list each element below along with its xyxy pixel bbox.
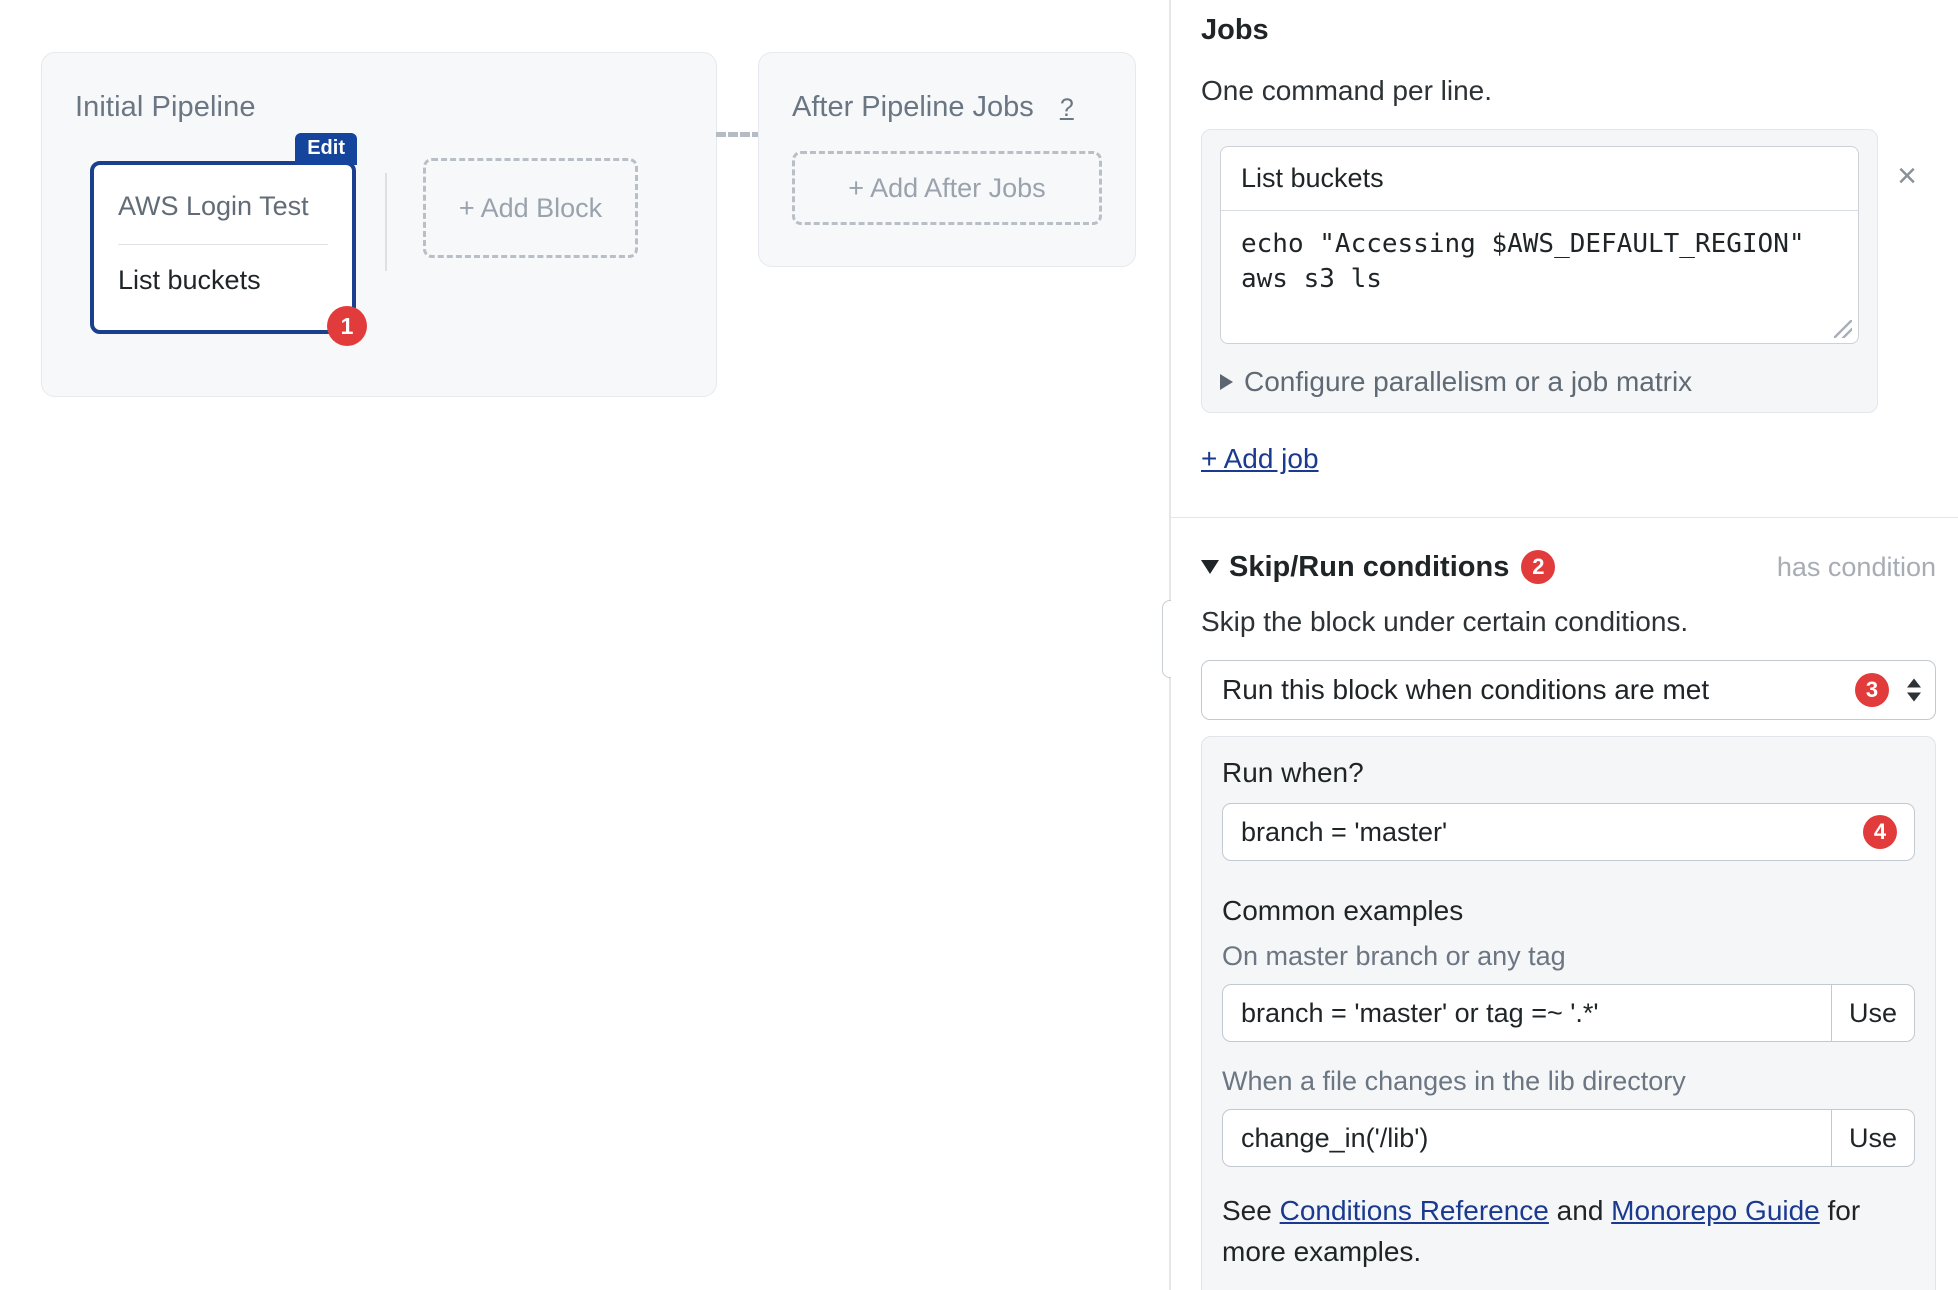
example-value-input[interactable]: change_in('/lib') <box>1222 1109 1831 1167</box>
after-pipeline-jobs-group: After Pipeline Jobs ? + Add After Jobs <box>758 52 1136 267</box>
example-row: branch = 'master' or tag =~ '.*' Use <box>1222 984 1915 1042</box>
job-card: List buckets echo "Accessing $AWS_DEFAUL… <box>1201 129 1878 413</box>
jobs-section: Jobs One command per line. List buckets … <box>1201 0 1936 475</box>
add-job-link[interactable]: + Add job <box>1201 443 1319 475</box>
edit-chip[interactable]: Edit <box>295 133 357 165</box>
pipeline-canvas: Initial Pipeline Edit AWS Login Test Lis… <box>0 0 1178 1290</box>
conditions-subtitle: Skip the block under certain conditions. <box>1201 606 1689 637</box>
skip-run-conditions-section: Skip/Run conditions 2 has condition Skip… <box>1201 518 1936 1290</box>
chevron-right-icon <box>1220 374 1233 390</box>
example-item: When a file changes in the lib directory… <box>1222 1066 1915 1167</box>
after-pipeline-title-row: After Pipeline Jobs ? <box>792 91 1074 124</box>
add-block-button[interactable]: + Add Block <box>423 158 638 258</box>
initial-pipeline-title: Initial Pipeline <box>75 91 256 123</box>
example-label: When a file changes in the lib directory <box>1222 1066 1686 1096</box>
job-name-input[interactable]: List buckets <box>1221 147 1858 211</box>
conditions-header[interactable]: Skip/Run conditions 2 has condition <box>1201 550 1936 584</box>
block-settings-panel: Jobs One command per line. List buckets … <box>1171 0 1958 1290</box>
run-when-input[interactable]: branch = 'master' <box>1222 803 1915 861</box>
annotation-badge-2: 2 <box>1521 550 1556 584</box>
textarea-resize-grip[interactable] <box>1834 320 1852 338</box>
see-more-text: See Conditions Reference and Monorepo Gu… <box>1222 1191 1915 1272</box>
block-job-name: List buckets <box>118 265 261 295</box>
job-commands-textarea[interactable]: echo "Accessing $AWS_DEFAULT_REGION" aws… <box>1221 211 1858 343</box>
configure-parallelism-label: Configure parallelism or a job matrix <box>1244 366 1693 397</box>
help-question-icon[interactable]: ? <box>1060 94 1074 123</box>
close-icon[interactable]: × <box>1878 129 1936 193</box>
block-name: AWS Login Test <box>118 191 309 221</box>
annotation-badge-4: 4 <box>1863 815 1897 849</box>
example-row: change_in('/lib') Use <box>1222 1109 1915 1167</box>
add-after-jobs-button[interactable]: + Add After Jobs <box>792 151 1102 225</box>
pipeline-editor: Initial Pipeline Edit AWS Login Test Lis… <box>0 0 1958 1290</box>
select-spinner-icon <box>1907 678 1921 702</box>
pipeline-connector-dashed <box>716 132 762 137</box>
block-column-divider <box>385 173 387 271</box>
common-examples-title: Common examples <box>1222 895 1464 926</box>
initial-pipeline-group: Initial Pipeline Edit AWS Login Test Lis… <box>41 52 717 397</box>
monorepo-guide-link[interactable]: Monorepo Guide <box>1611 1195 1820 1226</box>
chevron-down-icon <box>1201 560 1219 574</box>
jobs-heading: Jobs <box>1201 14 1269 46</box>
run-when-input-wrap: branch = 'master' 4 <box>1222 803 1915 861</box>
example-use-button[interactable]: Use <box>1831 984 1915 1042</box>
pipeline-block-aws-login-test[interactable]: Edit AWS Login Test List buckets 1 <box>90 133 367 346</box>
jobs-subtitle: One command per line. <box>1201 75 1493 106</box>
conditions-mode-value: Run this block when conditions are met <box>1222 674 1710 705</box>
conditions-title: Skip/Run conditions <box>1229 550 1510 583</box>
example-use-button[interactable]: Use <box>1831 1109 1915 1167</box>
job-row: List buckets echo "Accessing $AWS_DEFAUL… <box>1201 129 1936 413</box>
example-item: On master branch or any tag branch = 'ma… <box>1222 941 1915 1042</box>
example-value-input[interactable]: branch = 'master' or tag =~ '.*' <box>1222 984 1831 1042</box>
conditions-status-label: has condition <box>1776 551 1936 582</box>
configure-parallelism-toggle[interactable]: Configure parallelism or a job matrix <box>1220 366 1859 398</box>
run-when-panel: Run when? branch = 'master' 4 Common exa… <box>1201 736 1936 1290</box>
job-editor: List buckets echo "Accessing $AWS_DEFAUL… <box>1220 146 1859 344</box>
after-pipeline-title: After Pipeline Jobs <box>792 91 1034 123</box>
conditions-reference-link[interactable]: Conditions Reference <box>1280 1195 1549 1226</box>
annotation-badge-3: 3 <box>1855 673 1889 707</box>
annotation-badge-1: 1 <box>327 306 367 346</box>
conditions-mode-select[interactable]: Run this block when conditions are met 3 <box>1201 660 1936 720</box>
see-prefix: See <box>1222 1195 1280 1226</box>
see-middle: and <box>1548 1195 1612 1226</box>
run-when-label: Run when? <box>1222 757 1364 788</box>
example-label: On master branch or any tag <box>1222 941 1566 971</box>
